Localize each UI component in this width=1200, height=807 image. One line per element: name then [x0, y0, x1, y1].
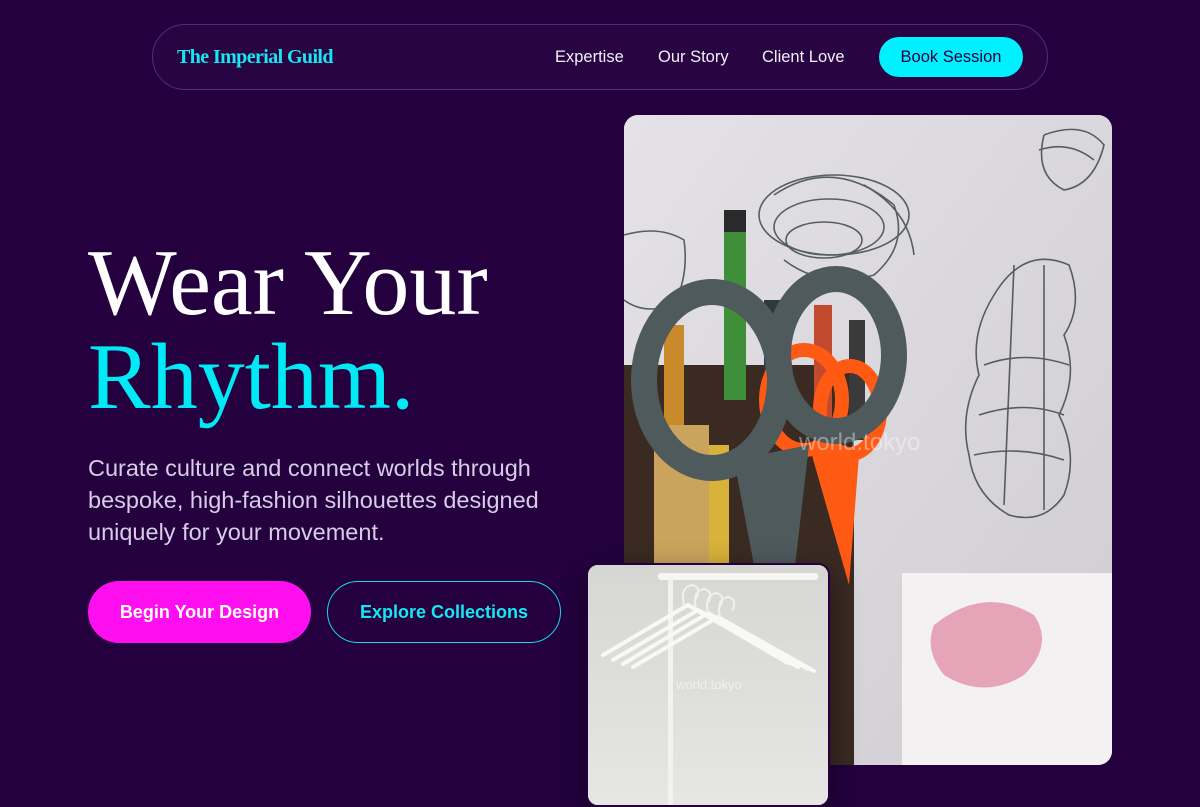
top-navigation: The Imperial Guild Expertise Our Story C…: [152, 24, 1048, 90]
inset-photo-hangers: world.tokyo: [586, 563, 830, 807]
headline-line-1: Wear Your: [88, 231, 488, 335]
main-photo-watermark: world.tokyo: [798, 429, 920, 456]
nav-link-client-love[interactable]: Client Love: [762, 48, 845, 67]
hero-subtitle: Curate culture and connect worlds throug…: [88, 455, 539, 545]
book-session-button[interactable]: Book Session: [879, 37, 1023, 77]
begin-design-button[interactable]: Begin Your Design: [88, 581, 311, 643]
explore-collections-button[interactable]: Explore Collections: [327, 581, 561, 643]
hero-headline: Wear Your Rhythm.: [88, 236, 488, 424]
nav-link-our-story[interactable]: Our Story: [658, 48, 729, 67]
inset-photo-watermark: world.tokyo: [675, 677, 742, 692]
headline-line-2: Rhythm.: [88, 325, 415, 429]
brand-logo[interactable]: The Imperial Guild: [177, 46, 333, 69]
nav-link-expertise[interactable]: Expertise: [555, 48, 624, 67]
